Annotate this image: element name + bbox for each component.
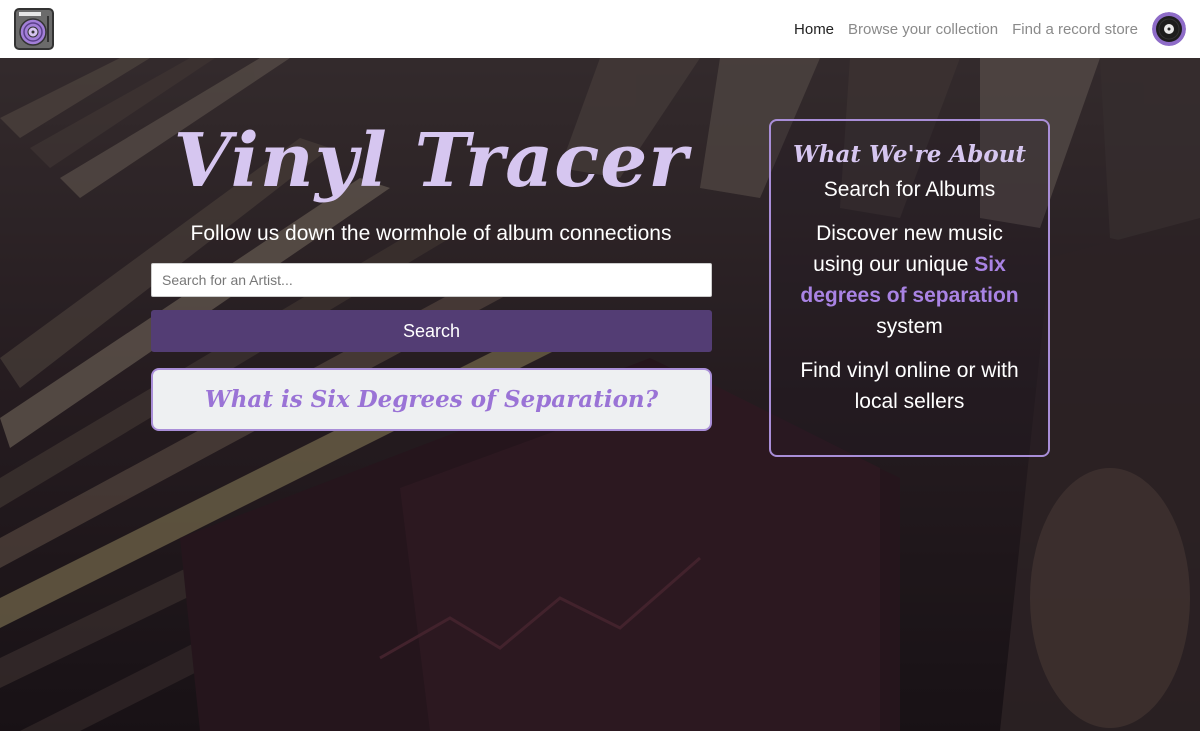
six-degrees-info-button[interactable]: What is Six Degrees of Separation? (151, 368, 712, 431)
artist-search-input[interactable] (151, 263, 712, 297)
nav-home-link[interactable]: Home (794, 21, 834, 38)
about-search-albums: Search for Albums (823, 178, 996, 201)
turntable-icon (14, 8, 54, 50)
logo[interactable] (14, 8, 54, 50)
about-discover: Discover new music using our unique Six … (771, 218, 1048, 342)
hero-section: Vinyl Tracer Follow us down the wormhole… (0, 58, 1200, 731)
search-button[interactable]: Search (151, 310, 712, 352)
nav-links: Home Browse your collection Find a recor… (794, 12, 1186, 46)
about-find-vinyl: Find vinyl online or with local sellers (800, 359, 1019, 413)
nav-find-record-store-link[interactable]: Find a record store (1012, 21, 1138, 38)
navbar: Home Browse your collection Find a recor… (0, 0, 1200, 58)
about-discover-suffix: system (876, 315, 943, 338)
tagline: Follow us down the wormhole of album con… (190, 222, 672, 245)
site-title: Vinyl Tracer (173, 118, 689, 204)
about-title: What We're About (792, 141, 1027, 168)
about-box: What We're About Search for Albums Disco… (769, 119, 1050, 457)
vinyl-record-icon[interactable] (1152, 12, 1186, 46)
nav-browse-collection-link[interactable]: Browse your collection (848, 21, 998, 38)
